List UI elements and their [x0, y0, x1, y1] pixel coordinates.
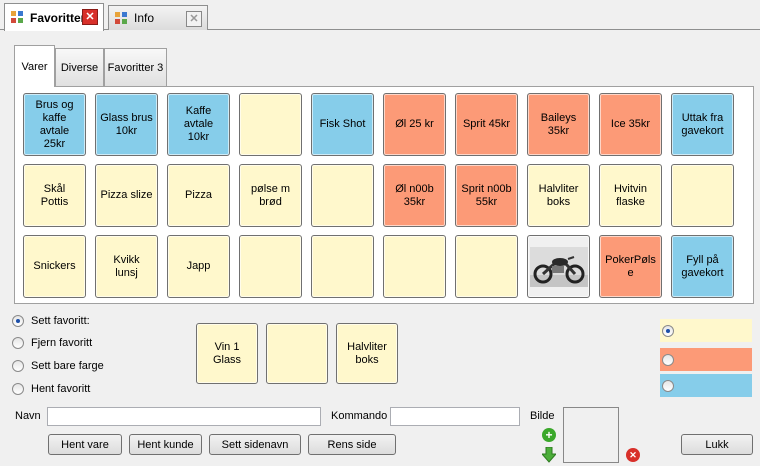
- radio-button[interactable]: [662, 379, 674, 392]
- temp-favorites: Vin 1 Glass Halvliter boks: [196, 323, 398, 384]
- tab-varer[interactable]: Varer: [14, 45, 55, 87]
- bilde-label: Bilde: [530, 410, 555, 422]
- favorite-button[interactable]: Japp: [167, 235, 230, 298]
- favorites-panel: Brus og kaffe avtale 25kr Glass brus 10kr…: [14, 86, 754, 304]
- favorite-button[interactable]: Baileys 35kr: [527, 93, 590, 156]
- favorite-button[interactable]: Glass brus 10kr: [95, 93, 158, 156]
- favorite-button[interactable]: [383, 235, 446, 298]
- tab-favoritter-3[interactable]: Favoritter 3: [104, 48, 167, 86]
- favorite-button[interactable]: [671, 164, 734, 227]
- mode-label: Sett bare farge: [31, 360, 104, 372]
- favorite-button[interactable]: Fyll på gavekort: [671, 235, 734, 298]
- navn-input[interactable]: [47, 407, 321, 426]
- hent-kunde-button[interactable]: Hent kunde: [129, 434, 202, 455]
- radio-button[interactable]: [662, 324, 674, 337]
- sett-sidenavn-button[interactable]: Sett sidenavn: [209, 434, 301, 455]
- tab-info-label: Info: [134, 11, 155, 25]
- favorite-button[interactable]: [311, 235, 374, 298]
- favorite-button[interactable]: Kaffe avtale 10kr: [167, 93, 230, 156]
- mode-label: Sett favoritt:: [31, 315, 90, 327]
- app-icon: [11, 11, 24, 24]
- mode-fjern-favoritt[interactable]: Fjern favoritt: [12, 337, 92, 349]
- favorite-button[interactable]: pølse m brød: [239, 164, 302, 227]
- kommando-input[interactable]: [390, 407, 520, 426]
- arrow-down-icon[interactable]: [540, 446, 558, 463]
- favorite-button[interactable]: Halvliter boks: [527, 164, 590, 227]
- favorite-button[interactable]: [239, 93, 302, 156]
- favorite-button[interactable]: Øl 25 kr: [383, 93, 446, 156]
- favorite-button[interactable]: Pizza slize: [95, 164, 158, 227]
- app-icon: [115, 11, 128, 25]
- favorite-button[interactable]: [455, 235, 518, 298]
- tab-info[interactable]: Info ✕: [108, 5, 208, 30]
- close-icon[interactable]: ✕: [82, 9, 98, 25]
- temp-favorite-button[interactable]: [266, 323, 328, 384]
- color-option-yellow[interactable]: [660, 319, 752, 342]
- image-preview[interactable]: [563, 407, 619, 463]
- tab-favoritter[interactable]: Favoritter ✕: [4, 3, 104, 31]
- radio-button[interactable]: [662, 353, 674, 366]
- favorite-button[interactable]: Sprit 45kr: [455, 93, 518, 156]
- tab-diverse[interactable]: Diverse: [55, 48, 104, 86]
- temp-favorite-button[interactable]: Vin 1 Glass: [196, 323, 258, 384]
- favorite-button[interactable]: [239, 235, 302, 298]
- favorite-button[interactable]: Hvitvin flaske: [599, 164, 662, 227]
- favorite-button-image[interactable]: [527, 235, 590, 298]
- color-option-blue[interactable]: [660, 374, 752, 397]
- mode-label: Fjern favoritt: [31, 337, 93, 349]
- remove-icon[interactable]: ✕: [626, 448, 640, 462]
- favorite-button[interactable]: Snickers: [23, 235, 86, 298]
- add-icon[interactable]: +: [542, 428, 556, 442]
- mode-sett-favoritt[interactable]: Sett favoritt:: [12, 315, 90, 327]
- favorite-button[interactable]: Fisk Shot: [311, 93, 374, 156]
- mode-label: Hent favoritt: [31, 383, 91, 395]
- document-tab-strip: Favoritter ✕ Info ✕: [0, 0, 760, 31]
- radio-button[interactable]: [12, 337, 24, 349]
- lukk-button[interactable]: Lukk: [681, 434, 753, 455]
- temp-favorite-button[interactable]: Halvliter boks: [336, 323, 398, 384]
- radio-button[interactable]: [12, 315, 24, 327]
- radio-button[interactable]: [12, 383, 24, 395]
- mode-sett-bare-farge[interactable]: Sett bare farge: [12, 360, 104, 372]
- radio-button[interactable]: [12, 360, 24, 372]
- rens-side-button[interactable]: Rens side: [308, 434, 396, 455]
- favorite-button[interactable]: Sprit n00b 55kr: [455, 164, 518, 227]
- favorite-button[interactable]: Ice 35kr: [599, 93, 662, 156]
- color-option-orange[interactable]: [660, 348, 752, 371]
- favorites-grid: Brus og kaffe avtale 25kr Glass brus 10kr…: [23, 93, 734, 298]
- favorite-button[interactable]: Skål Pottis: [23, 164, 86, 227]
- favorite-button[interactable]: Uttak fra gavekort: [671, 93, 734, 156]
- kommando-label: Kommando: [331, 410, 388, 422]
- favorite-button[interactable]: Øl n00b 35kr: [383, 164, 446, 227]
- motorcycle-photo-icon: [529, 246, 588, 287]
- mode-hent-favoritt[interactable]: Hent favoritt: [12, 383, 90, 395]
- favorite-button[interactable]: Pizza: [167, 164, 230, 227]
- tab-favoritter-label: Favoritter: [30, 10, 86, 25]
- close-icon[interactable]: ✕: [186, 11, 202, 27]
- favorite-button[interactable]: Brus og kaffe avtale 25kr: [23, 93, 86, 156]
- favorite-button[interactable]: [311, 164, 374, 227]
- navn-label: Navn: [15, 410, 41, 422]
- favorite-button[interactable]: PokerPøls e: [599, 235, 662, 298]
- favorite-button[interactable]: Kvikk lunsj: [95, 235, 158, 298]
- hent-vare-button[interactable]: Hent vare: [48, 434, 122, 455]
